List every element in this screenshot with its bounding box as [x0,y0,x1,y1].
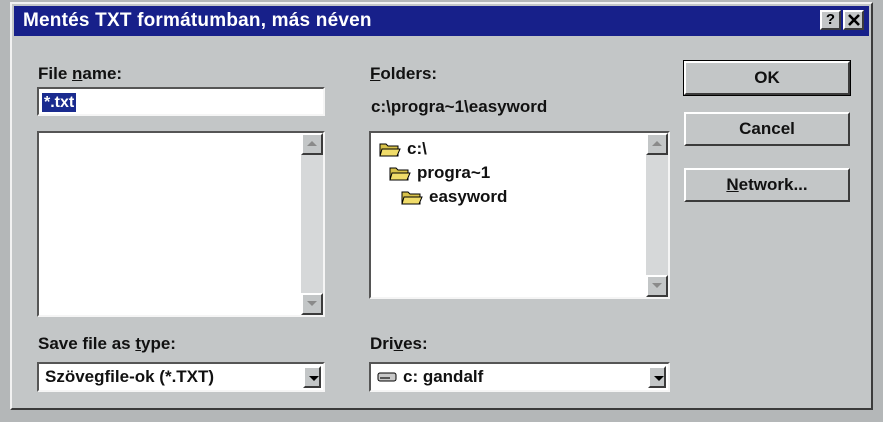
folder-open-icon [401,191,423,205]
folder-open-icon [379,143,401,157]
file-name-label: File name: [38,64,123,83]
network-label: etwork... [738,175,808,194]
arrow-down-icon [307,301,317,306]
drives-dropdown-button[interactable] [648,366,666,388]
drives-label: Drives: [370,334,428,353]
arrow-down-icon [652,283,662,288]
hard-drive-icon [377,372,397,382]
file-list[interactable] [37,131,325,317]
scroll-down-button[interactable] [301,293,323,315]
network-button[interactable]: Network... [684,168,850,202]
save-type-dropdown-button[interactable] [303,366,321,388]
folder-list[interactable]: c:\ progra~1 easyword [369,131,670,299]
file-list-scrollbar[interactable] [301,133,323,315]
folder-list-scrollbar[interactable] [646,133,668,297]
drive-label: c: gandalf [403,367,484,386]
chevron-down-icon [309,376,319,381]
arrow-up-icon [307,141,317,146]
scroll-up-button[interactable] [301,133,323,155]
file-name-input[interactable]: *.txt [37,87,325,116]
chevron-down-icon [654,376,664,381]
scroll-up-button[interactable] [646,133,668,155]
folder-label: easyword [429,187,508,206]
help-button[interactable]: ? [820,10,841,30]
arrow-up-icon [652,141,662,146]
title-bar: Mentés TXT formátumban, más néven ? [14,6,869,36]
current-path: c:\progra~1\easyword [371,97,548,116]
list-item[interactable]: easyword [401,187,507,207]
window-title: Mentés TXT formátumban, más néven [23,10,372,31]
ok-button[interactable]: OK [683,60,851,96]
save-type-value: Szövegfile-ok (*.TXT) [45,367,215,386]
list-item[interactable]: c:\ [379,139,427,159]
cancel-button[interactable]: Cancel [684,112,850,146]
network-accel: N [726,175,739,194]
drives-select[interactable]: c: gandalf [369,362,670,392]
drives-value: c: gandalf [377,367,483,387]
folders-label: Folders: [370,64,438,83]
scroll-down-button[interactable] [646,275,668,297]
list-item[interactable]: progra~1 [389,163,490,183]
save-type-label: Save file as type: [38,334,176,353]
close-icon [847,14,860,26]
file-name-value: *.txt [42,93,77,112]
folder-open-icon [389,167,411,181]
folder-label: progra~1 [417,163,491,182]
close-button[interactable] [843,10,864,30]
folder-label: c:\ [407,139,427,158]
save-type-select[interactable]: Szövegfile-ok (*.TXT) [37,362,325,392]
